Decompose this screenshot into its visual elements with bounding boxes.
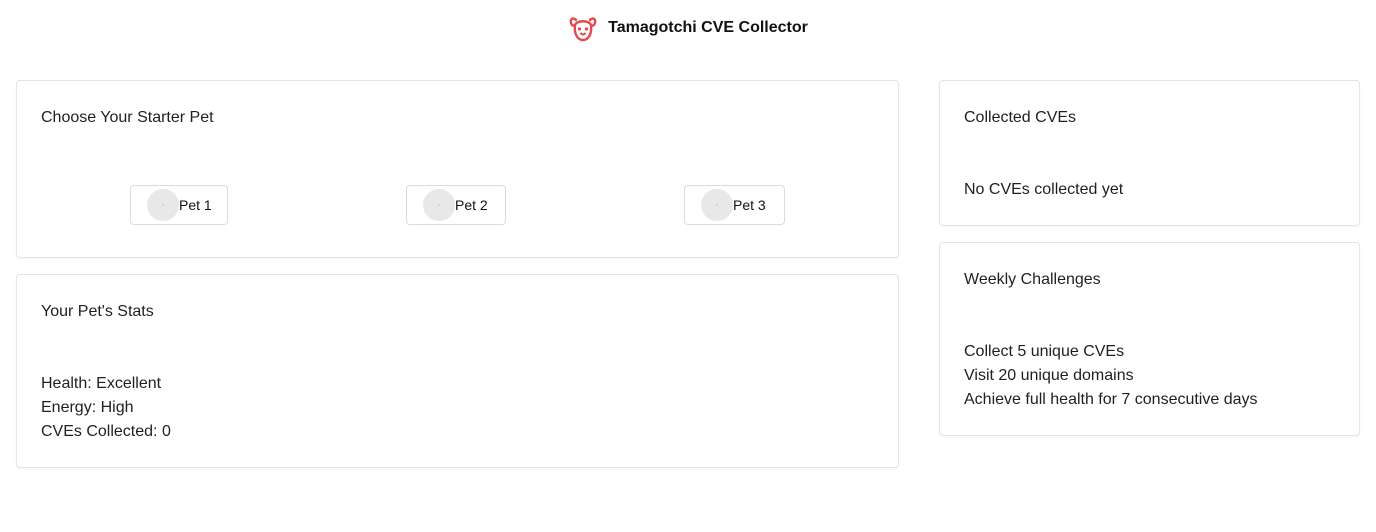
collected-cves-list: No CVEs collected yet <box>964 178 1123 202</box>
weekly-challenges-title: Weekly Challenges <box>964 271 1101 288</box>
challenge-list: Collect 5 unique CVEs Visit 20 unique do… <box>964 340 1258 412</box>
pet-label: Pet 3 <box>733 197 766 213</box>
collected-cves-title: Collected CVEs <box>964 109 1077 126</box>
pet-label: Pet 1 <box>179 197 212 213</box>
cves-collected-stat: CVEs Collected: 0 <box>41 423 171 440</box>
pet-stats-list: Health: Excellent Energy: High CVEs Coll… <box>41 372 171 444</box>
app-header: Tamagotchi CVE Collector <box>0 0 1376 56</box>
app-title: Tamagotchi CVE Collector <box>608 19 808 36</box>
pet-stats-card: Your Pet's Stats Health: Excellent Energ… <box>16 274 899 468</box>
pet-avatar <box>701 189 733 221</box>
pet-avatar <box>423 189 455 221</box>
pet-3-button[interactable]: Pet 3 <box>684 185 785 225</box>
health-stat: Health: Excellent <box>41 375 162 392</box>
pet-1-button[interactable]: Pet 1 <box>130 185 228 225</box>
weekly-challenges-card: Weekly Challenges Collect 5 unique CVEs … <box>939 242 1360 436</box>
challenge-item: Visit 20 unique domains <box>964 367 1134 384</box>
starter-pet-card: Choose Your Starter Pet Pet 1 Pet 2 Pet … <box>16 80 899 258</box>
pet-stats-title: Your Pet's Stats <box>41 303 154 320</box>
pet-2-button[interactable]: Pet 2 <box>406 185 506 225</box>
collected-cves-card: Collected CVEs No CVEs collected yet <box>939 80 1360 226</box>
challenge-item: Achieve full health for 7 consecutive da… <box>964 391 1258 408</box>
starter-pet-title: Choose Your Starter Pet <box>41 109 214 126</box>
pet-avatar <box>147 189 179 221</box>
pet-label: Pet 2 <box>455 197 488 213</box>
energy-stat: Energy: High <box>41 399 134 416</box>
empty-state-text: No CVEs collected yet <box>964 181 1124 198</box>
challenge-item: Collect 5 unique CVEs <box>964 343 1125 360</box>
dog-face-icon <box>568 13 598 43</box>
